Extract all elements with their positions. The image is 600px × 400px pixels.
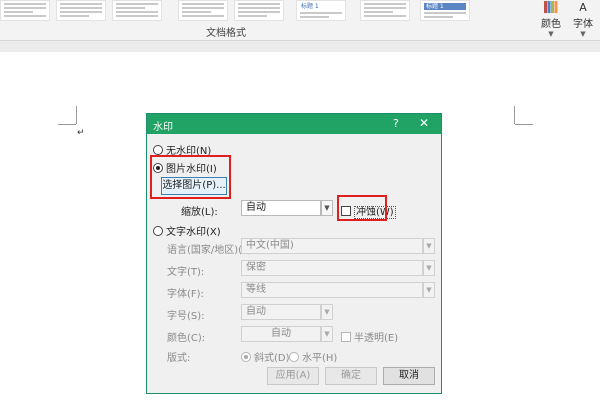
crop-mark (58, 124, 76, 125)
ok-button[interactable]: 确定 (325, 367, 377, 385)
help-button[interactable]: ? (393, 117, 399, 130)
color-label: 颜色(C): (167, 333, 206, 344)
horizontal-option[interactable]: 水平(H) (289, 349, 337, 364)
font-label: 字体(F): (167, 289, 204, 300)
style-thumbnail[interactable]: 标题 1 (420, 0, 470, 21)
diagonal-option[interactable]: 斜式(D) (241, 349, 290, 364)
chevron-down-icon[interactable]: ▼ (321, 326, 333, 342)
highlight-box (337, 195, 387, 221)
text-label: 文字(T): (167, 267, 205, 278)
style-thumbnail[interactable] (360, 0, 410, 21)
scale-select[interactable]: 自动 (241, 200, 321, 216)
dialog-titlebar[interactable]: 水印 ? ✕ (147, 114, 441, 134)
chevron-down-icon: ▼ (580, 30, 586, 38)
dialog-title: 水印 (153, 122, 173, 133)
colors-icon (536, 1, 566, 15)
chevron-down-icon[interactable]: ▼ (321, 304, 333, 320)
highlight-box (150, 155, 231, 199)
text-watermark-option[interactable]: 文字水印(X) (153, 223, 221, 238)
crop-mark (514, 106, 515, 124)
horizontal-label: 水平(H) (302, 353, 338, 364)
style-thumbnail[interactable] (112, 0, 162, 21)
scale-label: 缩放(L): (181, 207, 218, 218)
color-select[interactable]: 自动 (241, 326, 321, 342)
style-thumbnail[interactable] (178, 0, 228, 21)
style-heading-label: 标题 1 (301, 3, 319, 10)
chevron-down-icon[interactable]: ▼ (423, 238, 435, 254)
close-button[interactable]: ✕ (419, 116, 429, 130)
chevron-down-icon[interactable]: ▼ (321, 200, 333, 216)
crop-mark (515, 124, 533, 125)
size-label: 字号(S): (167, 311, 205, 322)
ribbon: 标题 1 标题 1 文档格式 颜色 ▼ A 字体 ▼ (0, 0, 600, 41)
watermark-dialog: 水印 ? ✕ 无水印(N) 图片水印(I) 选择图片(P)... 缩放(L): … (146, 113, 442, 394)
colors-button[interactable]: 颜色 ▼ (536, 0, 566, 38)
semitransparent-checkbox[interactable] (341, 332, 351, 342)
semitransparent-label: 半透明(E) (354, 333, 399, 344)
style-thumbnail[interactable] (0, 0, 50, 21)
fonts-label: 字体 (573, 19, 593, 30)
chevron-down-icon[interactable]: ▼ (423, 282, 435, 298)
text-watermark-radio[interactable] (153, 226, 163, 236)
diagonal-radio[interactable] (241, 352, 251, 362)
no-watermark-radio[interactable] (153, 145, 163, 155)
colors-label: 颜色 (541, 19, 561, 30)
horizontal-radio[interactable] (289, 352, 299, 362)
semitransparent-option[interactable]: 半透明(E) (341, 329, 398, 344)
font-select[interactable]: 等线 (241, 282, 423, 298)
text-watermark-label: 文字水印(X) (166, 227, 221, 238)
style-thumbnail[interactable]: 标题 1 (296, 0, 346, 21)
style-thumbnail[interactable] (234, 0, 284, 21)
chevron-down-icon: ▼ (548, 30, 554, 38)
size-select[interactable]: 自动 (241, 304, 321, 320)
fonts-button[interactable]: A 字体 ▼ (568, 0, 598, 38)
text-cursor-icon: ↵ (77, 128, 85, 138)
apply-button[interactable]: 应用(A) (267, 367, 319, 385)
style-heading-label: 标题 1 (424, 3, 466, 10)
layout-label: 版式: (167, 353, 191, 364)
cancel-button[interactable]: 取消 (383, 367, 435, 385)
fonts-icon: A (579, 1, 587, 14)
diagonal-label: 斜式(D) (254, 353, 290, 364)
gallery-label: 文档格式 (206, 28, 246, 39)
crop-mark (76, 106, 77, 124)
chevron-down-icon[interactable]: ▼ (423, 260, 435, 276)
style-thumbnail[interactable] (56, 0, 106, 21)
text-select[interactable]: 保密 (241, 260, 423, 276)
language-select[interactable]: 中文(中国) (241, 238, 423, 254)
